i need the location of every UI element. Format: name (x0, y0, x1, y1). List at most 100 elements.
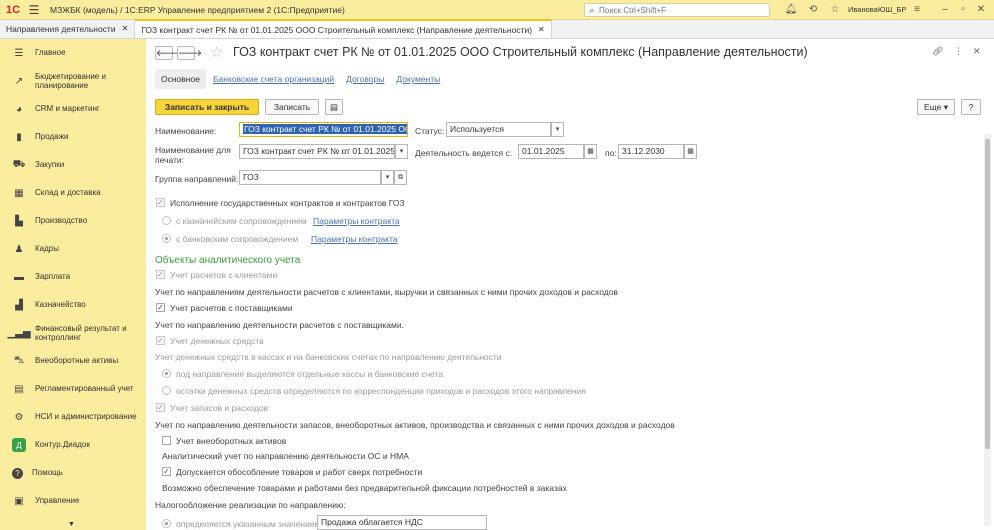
link-icon[interactable]: 🔗︎ (932, 46, 943, 57)
sidebar-item-sales[interactable]: ▮ Продажи (0, 123, 146, 151)
status-dropdown-icon[interactable]: ▾ (551, 122, 564, 137)
print-name-field[interactable]: ГОЗ контракт счет РК № от 01.01.2025 (239, 144, 395, 159)
settings-menu-icon[interactable]: ≡ (910, 3, 924, 17)
taxation-field[interactable]: Продажа облагается НДС (317, 515, 487, 530)
sidebar-item-warehouse[interactable]: ▦ Склад и доставка (0, 179, 146, 207)
sidebar-item-label: Финансовый результат и контроллинг (35, 323, 127, 343)
menu-list-icon: ☰ (14, 47, 24, 59)
report-icon[interactable]: ▤ (325, 99, 343, 115)
help-button[interactable]: ? (961, 99, 981, 115)
form-scrollbar-thumb[interactable] (985, 139, 990, 449)
sidebar-item-main[interactable]: ☰ Главное (0, 39, 146, 67)
taxation-label: Налогообложение реализации по направлени… (155, 500, 346, 510)
forward-button[interactable]: 🡒 (177, 46, 202, 60)
separation-checkbox[interactable]: ✓ (162, 467, 171, 476)
close-tab-icon[interactable]: ✕ (122, 24, 129, 33)
open-tabs-bar: Направления деятельности ✕ ГОЗ контракт … (0, 19, 994, 39)
contract-params-link-1[interactable]: Параметры контракта (313, 216, 400, 226)
sidebar-item-regulated-accounting[interactable]: ▤ Регламентированный учет (0, 375, 146, 403)
sidebar-item-management[interactable]: ▣ Управление (0, 487, 146, 515)
favorites-star-icon[interactable]: ☆ (828, 3, 842, 17)
cash-description: Учет денежных средств в кассах и на банк… (155, 352, 502, 362)
stocks-checkbox[interactable]: ✓ (156, 403, 165, 412)
subtab-bank-accounts[interactable]: Банковские счета организаций (213, 74, 334, 84)
print-name-dropdown-icon[interactable]: ▾ (395, 144, 408, 159)
sidebar-item-help[interactable]: ? Помощь (0, 459, 146, 487)
main-menu-icon[interactable]: ☰ (26, 0, 42, 20)
back-button[interactable]: 🡐 (155, 46, 180, 60)
close-tab-icon[interactable]: ✕ (538, 25, 545, 34)
activity-from-field[interactable]: 01.01.2025 (518, 144, 584, 159)
activity-from-label: Деятельность ведется с: (415, 148, 513, 158)
clients-description: Учет по направлениям деятельности расчет… (155, 287, 618, 297)
clients-checkbox[interactable]: ✓ (156, 270, 165, 279)
restore-icon[interactable]: ▫ (956, 3, 970, 17)
tab-current-document[interactable]: ГОЗ контракт счет РК № от 01.01.2025 ООО… (135, 19, 552, 38)
sidebar-item-production[interactable]: ▙ Производство (0, 207, 146, 235)
taxation-option-radio[interactable] (162, 519, 171, 528)
tab-activity-directions[interactable]: Направления деятельности ✕ (0, 19, 136, 38)
cash-option-1-radio[interactable] (162, 369, 171, 378)
sidebar-item-label: Продажи (35, 132, 69, 142)
bell-icon[interactable]: 🔔︎ (784, 3, 798, 17)
global-search[interactable]: ⌕ (584, 3, 770, 17)
bag-icon: ▮ (16, 131, 22, 143)
chart-trend-icon: ↗ (14, 75, 24, 87)
history-icon[interactable]: ⟲ (806, 3, 820, 17)
subtab-documents[interactable]: Документы (396, 74, 440, 84)
more-button[interactable]: Еще ▾ (917, 99, 955, 115)
global-search-input[interactable] (599, 5, 759, 15)
sidebar-item-purchases[interactable]: ⛟ Закупки (0, 151, 146, 179)
group-dropdown-icon[interactable]: ▾ (381, 170, 394, 185)
analytics-section-title: Объекты аналитического учета (155, 255, 301, 266)
save-button[interactable]: Записать (265, 99, 319, 115)
sidebar-item-fixed-assets[interactable]: ⛍ Внеоборотные активы (0, 347, 146, 375)
close-window-icon[interactable]: ✕ (974, 3, 988, 17)
form-subtabs: Основное Банковские счета организаций До… (155, 68, 440, 90)
sidebar-item-label: Внеоборотные активы (35, 356, 119, 366)
sidebar-item-hr[interactable]: ♟ Кадры (0, 235, 146, 263)
name-field[interactable]: ГОЗ контракт счет РК № от 01.01.2025 ООО (239, 122, 408, 137)
more-button-label: Еще (924, 102, 942, 112)
sidebar-item-crm[interactable]: ◕ CRM и маркетинг (0, 95, 146, 123)
sidebar-item-treasury[interactable]: ▟ Казначейство (0, 291, 146, 319)
contract-params-link-2[interactable]: Параметры контракта (311, 234, 398, 244)
group-field[interactable]: ГОЗ (239, 170, 381, 185)
sidebar-item-salary[interactable]: ▬ Зарплата (0, 263, 146, 291)
sidebar-scroll-down-icon[interactable]: ▼ (68, 521, 75, 528)
fixed-assets-checkbox[interactable] (162, 436, 171, 445)
separation-description: Возможно обеспечение товарами и работами… (162, 483, 567, 493)
treasury-support-radio[interactable] (162, 216, 171, 225)
cash-label: Учет денежных средств (170, 336, 264, 346)
activity-to-field[interactable]: 31.12.2030 (618, 144, 684, 159)
group-open-link-icon[interactable]: ⧉ (394, 170, 407, 185)
subtab-main[interactable]: Основное (155, 69, 206, 89)
subtab-contracts[interactable]: Договоры (346, 74, 384, 84)
more-actions-icon[interactable]: ⋮ (954, 46, 963, 57)
calendar-icon[interactable]: ▦ (584, 144, 597, 159)
cash-checkbox[interactable]: ✓ (156, 336, 165, 345)
favorite-star-icon[interactable]: ☆ (210, 43, 223, 61)
bank-support-radio[interactable] (162, 234, 171, 243)
cash-option-2-radio[interactable] (162, 386, 171, 395)
fixed-assets-label: Учет внеоборотных активов (176, 436, 287, 446)
minimize-icon[interactable]: – (938, 3, 952, 17)
calendar-icon[interactable]: ▦ (684, 144, 697, 159)
1c-logo-icon: 1С (5, 3, 21, 16)
status-select[interactable]: Используется (446, 122, 551, 137)
goz-execution-checkbox[interactable]: ✓ (156, 198, 165, 207)
cash-option-2-label: остатки денежных средств определяются по… (176, 386, 586, 396)
close-form-icon[interactable]: ✕ (973, 46, 981, 57)
sidebar-item-admin[interactable]: ⚙ НСИ и администрирование (0, 403, 146, 431)
sidebar-item-diadoc[interactable]: Д Контур.Диадок (0, 431, 146, 459)
suppliers-checkbox[interactable]: ✓ (156, 303, 165, 312)
activity-to-label: по: (605, 148, 617, 158)
user-name[interactable]: ИвановаЮШ_БР (848, 5, 906, 14)
print-name-label: Наименование для печати: (155, 145, 231, 165)
save-and-close-button[interactable]: Записать и закрыть (155, 99, 259, 115)
sections-sidebar: ☰ Главное ↗ Бюджетирование и планирование … (0, 39, 146, 530)
sidebar-item-finance[interactable]: ▁▃▅ Финансовый результат и контроллинг (0, 319, 146, 347)
bank-support-label: с банковским сопровождением (176, 234, 299, 244)
search-icon: ⌕ (589, 4, 595, 15)
sidebar-item-budgeting[interactable]: ↗ Бюджетирование и планирование (0, 67, 146, 95)
